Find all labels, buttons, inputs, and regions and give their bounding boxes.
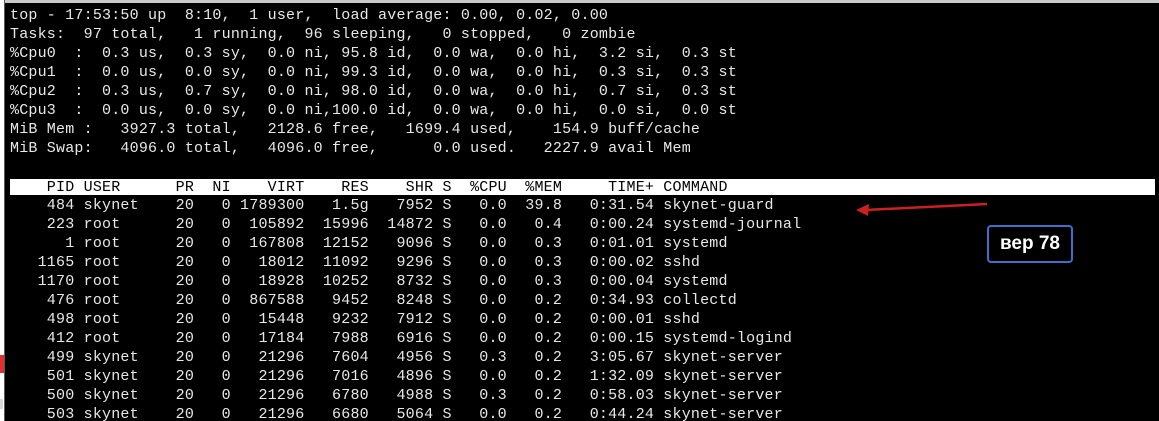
mem-line: MiB Mem : 3927.3 total, 2128.6 free, 169… <box>10 121 701 138</box>
process-table-header: PID USER PR NI VIRT RES SHR S %CPU %MEM … <box>10 179 1155 196</box>
process-row: 1165 root 20 0 18012 11092 9296 S 0.0 0.… <box>10 254 701 271</box>
cpu0-line: %Cpu0 : 0.3 us, 0.3 sy, 0.0 ni, 95.8 id,… <box>10 45 737 62</box>
cpu3-line: %Cpu3 : 0.0 us, 0.0 sy, 0.0 ni,100.0 id,… <box>10 102 737 119</box>
process-row: 500 skynet 20 0 21296 6780 4988 S 0.3 0.… <box>10 387 783 404</box>
cpu2-line: %Cpu2 : 0.3 us, 0.7 sy, 0.0 ni, 98.0 id,… <box>10 83 737 100</box>
process-row: 499 skynet 20 0 21296 7604 4956 S 0.3 0.… <box>10 349 783 366</box>
swap-line: MiB Swap: 4096.0 total, 4096.0 free, 0.0… <box>10 140 691 157</box>
cpu1-line: %Cpu1 : 0.0 us, 0.0 sy, 0.0 ni, 99.3 id,… <box>10 64 737 81</box>
version-annotation-label: вер 78 <box>987 225 1073 263</box>
process-row: 498 root 20 0 15448 9232 7912 S 0.0 0.2 … <box>10 311 701 328</box>
tasks-line: Tasks: 97 total, 1 running, 96 sleeping,… <box>10 26 636 43</box>
process-row: 484 skynet 20 0 1789300 1.5g 7952 S 0.0 … <box>10 197 774 214</box>
left-edge-gray-marker <box>0 399 3 409</box>
process-row: 501 skynet 20 0 21296 7016 4896 S 0.0 0.… <box>10 368 783 385</box>
process-table-header-text: PID USER PR NI VIRT RES SHR S %CPU %MEM … <box>10 179 728 196</box>
process-row: 1 root 20 0 167808 12152 9096 S 0.0 0.3 … <box>10 235 728 252</box>
process-row: 1170 root 20 0 18928 10252 8732 S 0.0 0.… <box>10 273 728 290</box>
process-row: 412 root 20 0 17184 7988 6916 S 0.0 0.2 … <box>10 330 793 347</box>
process-row: 476 root 20 0 867588 9452 8248 S 0.0 0.2… <box>10 292 737 309</box>
annotation-arrowhead <box>856 204 869 216</box>
terminal-top-edge <box>5 0 1159 3</box>
annotation-arrow <box>856 202 988 216</box>
annotation-arrow-shaft <box>864 202 988 212</box>
process-row: 223 root 20 0 105892 15996 14872 S 0.0 0… <box>10 216 802 233</box>
uptime-line: top - 17:53:50 up 8:10, 1 user, load ave… <box>10 7 609 24</box>
process-row: 503 skynet 20 0 21296 6680 5064 S 0.0 0.… <box>10 406 783 421</box>
